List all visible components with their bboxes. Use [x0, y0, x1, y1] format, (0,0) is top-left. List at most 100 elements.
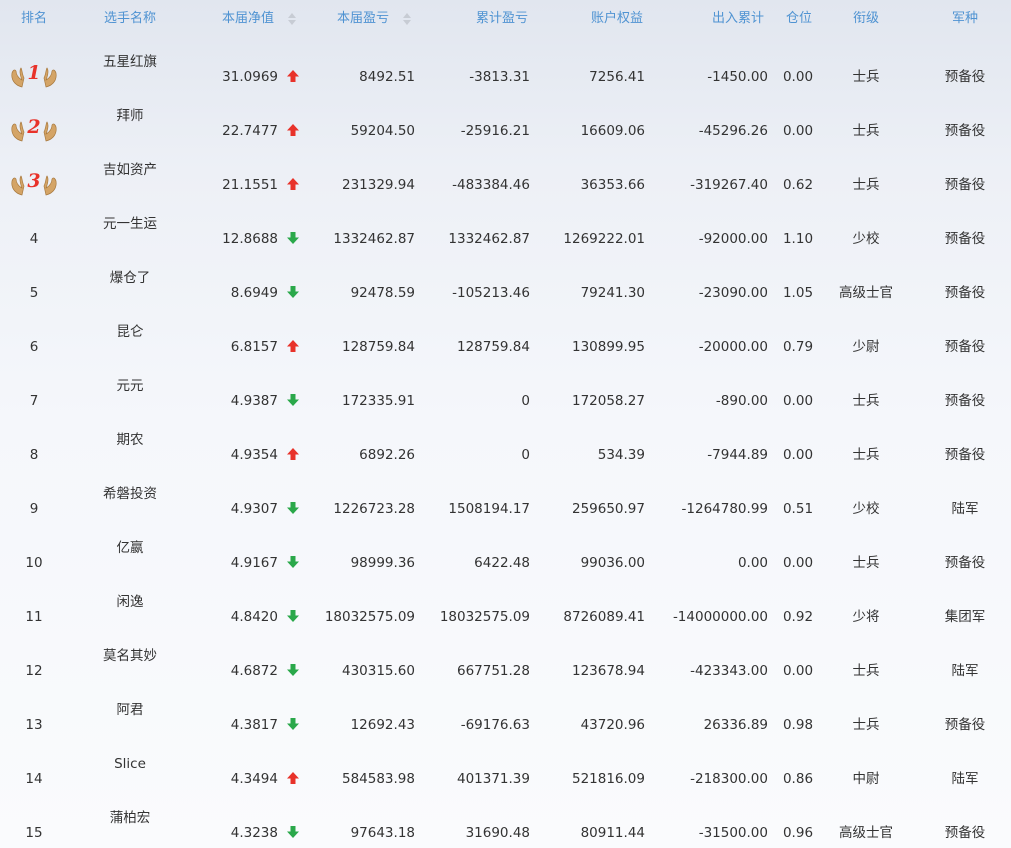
branch-cell: 陆军	[951, 501, 979, 517]
arrow-down-icon	[287, 610, 299, 622]
rank-cell: 11	[25, 609, 43, 625]
branch-cell: 预备役	[944, 231, 986, 247]
header-nav[interactable]: 本届净值	[222, 0, 282, 38]
sort-nav-icon[interactable]	[288, 13, 296, 25]
table-row[interactable]: 9 希磐投资 4.9307 1226723.28 1508194.17 259650.97…	[0, 478, 1011, 532]
cum-pnl-cell: 667751.28	[456, 663, 530, 679]
header-branch: 军种	[951, 11, 978, 26]
player-name-link[interactable]: 五星红旗	[80, 52, 180, 72]
rank-cell: 5	[29, 285, 39, 301]
header-position: 仓位	[785, 11, 812, 26]
flow-cell: -1264780.99	[681, 501, 768, 517]
table-row[interactable]: 11 闲逸 4.8420 18032575.09 18032575.09 8726089.…	[0, 586, 1011, 640]
sort-pnl-icon[interactable]	[403, 13, 411, 25]
position-cell: 0.00	[782, 393, 814, 409]
header-flow: 出入累计	[711, 11, 764, 26]
grade-cell: 士兵	[852, 393, 880, 409]
table-row[interactable]: 10 亿嬴 4.9167 98999.36 6422.48 99036.00 0.00 0.0…	[0, 532, 1011, 586]
table-row[interactable]: 2 拜师 22.7477 59204.50 -25916.21 16609.06 -4529…	[0, 100, 1011, 154]
flow-cell: 0.00	[737, 555, 768, 571]
cum-pnl-cell: 31690.48	[465, 825, 530, 841]
player-name-link[interactable]: 阿君	[80, 700, 180, 720]
pnl-cell: 231329.94	[341, 177, 415, 193]
player-name-link[interactable]: 昆仑	[80, 322, 180, 342]
table-row[interactable]: 3 吉如资产 21.1551 231329.94 -483384.46 36353.66 -…	[0, 154, 1011, 208]
flow-cell: 26336.89	[703, 717, 768, 733]
player-name-link[interactable]: 爆仓了	[80, 268, 180, 288]
branch-cell: 预备役	[944, 825, 986, 841]
rank-badge-icon: 1	[10, 60, 58, 90]
flow-cell: -319267.40	[690, 177, 768, 193]
player-name-link[interactable]: Slice	[80, 754, 180, 774]
player-name-link[interactable]: 元元	[80, 376, 180, 396]
equity-cell: 259650.97	[571, 501, 645, 517]
cum-pnl-cell: 1508194.17	[448, 501, 530, 517]
table-row[interactable]: 1 五星红旗 31.0969 8492.51 -3813.31 7256.41 -1450.…	[0, 46, 1011, 100]
nav-cell: 4.3817	[230, 717, 278, 733]
nav-cell: 22.7477	[222, 123, 278, 139]
arrow-down-icon	[287, 502, 299, 514]
header-player: 选手名称	[103, 11, 156, 26]
cum-pnl-cell: -25916.21	[460, 123, 530, 139]
player-name-link[interactable]: 元一生运	[80, 214, 180, 234]
cum-pnl-cell: -69176.63	[460, 717, 530, 733]
equity-cell: 534.39	[597, 447, 645, 463]
equity-cell: 36353.66	[580, 177, 645, 193]
grade-cell: 士兵	[852, 69, 880, 85]
table-row[interactable]: 8 期农 4.9354 6892.26 0 534.39 -7944.89 0.00 士兵 预备役	[0, 424, 1011, 478]
player-name-link[interactable]: 希磐投资	[80, 484, 180, 504]
pnl-cell: 18032575.09	[324, 609, 415, 625]
table-row[interactable]: 7 元元 4.9387 172335.91 0 172058.27 -890.00 0.00 士…	[0, 370, 1011, 424]
arrow-up-icon	[287, 124, 299, 136]
player-name-link[interactable]: 拜师	[80, 106, 180, 126]
cum-pnl-cell: 0	[521, 447, 530, 463]
nav-cell: 4.8420	[230, 609, 278, 625]
flow-cell: -423343.00	[690, 663, 768, 679]
table-row[interactable]: 15 蒲柏宏 4.3238 97643.18 31690.48 80911.44 -3150…	[0, 802, 1011, 848]
position-cell: 0.00	[782, 123, 814, 139]
nav-cell: 4.3238	[230, 825, 278, 841]
position-cell: 0.96	[782, 825, 814, 841]
header-rank: 排名	[20, 11, 47, 26]
player-name-link[interactable]: 亿嬴	[80, 538, 180, 558]
flow-cell: -20000.00	[698, 339, 768, 355]
table-row[interactable]: 4 元一生运 12.8688 1332462.87 1332462.87 1269222.…	[0, 208, 1011, 262]
player-name-link[interactable]: 莫名其妙	[80, 646, 180, 666]
header-pnl[interactable]: 本届盈亏	[337, 0, 397, 38]
equity-cell: 79241.30	[580, 285, 645, 301]
table-row[interactable]: 6 昆仑 6.8157 128759.84 128759.84 130899.95 -200…	[0, 316, 1011, 370]
arrow-down-icon	[287, 718, 299, 730]
nav-cell: 8.6949	[230, 285, 278, 301]
position-cell: 0.00	[782, 555, 814, 571]
branch-cell: 预备役	[944, 123, 986, 139]
equity-cell: 43720.96	[580, 717, 645, 733]
rank-cell: 15	[25, 825, 43, 841]
table-row[interactable]: 5 爆仓了 8.6949 92478.59 -105213.46 79241.30 -230…	[0, 262, 1011, 316]
rank-cell: 6	[29, 339, 39, 355]
rank-cell: 12	[25, 663, 43, 679]
arrow-down-icon	[287, 286, 299, 298]
rank-badge-icon: 3	[10, 168, 58, 198]
branch-cell: 陆军	[951, 771, 979, 787]
flow-cell: -1450.00	[707, 69, 768, 85]
player-name-link[interactable]: 期农	[80, 430, 180, 450]
table-row[interactable]: 12 莫名其妙 4.6872 430315.60 667751.28 123678.94 -…	[0, 640, 1011, 694]
player-name-link[interactable]: 闲逸	[80, 592, 180, 612]
grade-cell: 士兵	[852, 555, 880, 571]
flow-cell: -218300.00	[690, 771, 768, 787]
arrow-down-icon	[287, 232, 299, 244]
position-cell: 1.10	[782, 231, 814, 247]
nav-cell: 31.0969	[222, 69, 278, 85]
table-row[interactable]: 14 Slice 4.3494 584583.98 401371.39 521816.09…	[0, 748, 1011, 802]
rank-number: 1	[27, 62, 41, 84]
table-row[interactable]: 13 阿君 4.3817 12692.43 -69176.63 43720.96 26336…	[0, 694, 1011, 748]
equity-cell: 172058.27	[571, 393, 645, 409]
table-header: 排名 选手名称 本届净值 本届盈亏 累计盈亏 账户权益 出入累计 仓位 衔级 军…	[0, 0, 1011, 38]
grade-cell: 少将	[852, 609, 880, 625]
player-name-link[interactable]: 蒲柏宏	[80, 808, 180, 828]
player-name-link[interactable]: 吉如资产	[80, 160, 180, 180]
nav-cell: 4.6872	[230, 663, 278, 679]
pnl-cell: 6892.26	[359, 447, 415, 463]
grade-cell: 士兵	[852, 663, 880, 679]
header-equity: 账户权益	[590, 11, 643, 26]
